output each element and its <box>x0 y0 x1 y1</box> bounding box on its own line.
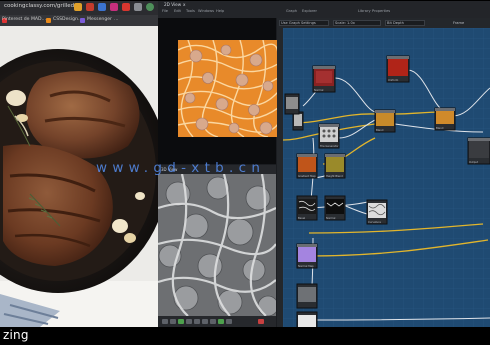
graph-node-white[interactable] <box>296 311 318 327</box>
graph-canvas[interactable]: Normal Uniform Blend Blend Tile Generato… <box>283 28 490 327</box>
toolbar-icon[interactable] <box>218 319 224 324</box>
menu-item[interactable]: Properties <box>372 9 390 13</box>
recipe-photo <box>0 26 158 327</box>
node-label: Blend <box>436 126 444 130</box>
toolbar-icon[interactable] <box>178 319 184 324</box>
node-label: Gradient Map <box>298 174 316 178</box>
node-label: Normal <box>326 216 336 220</box>
bookmark-item[interactable]: Pinterest de MAD... <box>2 17 46 22</box>
node-label: Output <box>469 160 478 164</box>
graph-toolbar-label[interactable]: Frame <box>453 21 464 25</box>
bookmark-item[interactable]: CSSDesign... <box>53 17 82 22</box>
bookmark-favicon <box>46 18 51 23</box>
toolbar-icon[interactable] <box>162 319 168 324</box>
toolbar-icon[interactable] <box>210 319 216 324</box>
profile-icon[interactable] <box>146 3 154 11</box>
node-label: Normal <box>314 88 324 92</box>
menu-item[interactable]: Explorer <box>302 9 317 13</box>
node-label: Bevel <box>298 216 306 220</box>
menu-item[interactable]: Library <box>358 9 371 13</box>
node-label: Uniform <box>388 78 399 82</box>
toolbar-icon[interactable] <box>258 319 264 324</box>
extension-icon-5[interactable] <box>134 3 142 11</box>
graph-toolbar-label[interactable]: Use Graph Settings <box>281 21 316 25</box>
bookmark-item[interactable]: Messenger <box>87 17 112 22</box>
graph-node-grayscale[interactable] <box>296 283 318 309</box>
toolbar-icon[interactable] <box>186 319 192 324</box>
steak-image <box>0 26 158 327</box>
tab-close-icon[interactable]: x <box>183 2 185 7</box>
menu-item[interactable]: Graph <box>286 9 297 13</box>
extension-icon-3[interactable] <box>110 3 118 11</box>
menu-item[interactable]: Edit <box>174 9 181 13</box>
3d-view-panel[interactable]: 3D View <box>158 165 276 327</box>
3d-view-bottom-toolbar <box>158 316 276 327</box>
bookmark-favicon <box>80 18 85 23</box>
graph-view-panel[interactable]: Graph Use Graph Settings Scale: 1.0x Bit… <box>277 18 490 327</box>
extension-icon-1[interactable] <box>86 3 94 11</box>
toolbar-icon[interactable] <box>194 319 200 324</box>
texture-preview <box>178 40 278 137</box>
star-icon[interactable] <box>74 3 82 11</box>
node-label: Height Blend <box>326 174 343 178</box>
caption-bar: zing <box>0 327 490 345</box>
graph-node-levels[interactable] <box>292 111 304 131</box>
node-label: Tile Generator <box>320 144 339 148</box>
3d-preview-render <box>158 174 276 316</box>
menu-item[interactable]: Help <box>216 9 224 13</box>
node-label: Normal Map <box>298 264 314 268</box>
menu-item[interactable]: Tools <box>186 9 195 13</box>
node-label: Curvature <box>368 220 381 224</box>
2d-view-panel[interactable] <box>158 18 278 164</box>
graph-node-input[interactable] <box>284 93 300 115</box>
menu-item[interactable]: Windows <box>198 9 214 13</box>
toolbar-icon[interactable] <box>202 319 208 324</box>
browser-address-bar[interactable]: cookingclassy.com/grilled... <box>0 0 158 15</box>
extension-icon-2[interactable] <box>98 3 106 11</box>
graph-toolbar: Graph Use Graph Settings Scale: 1.0x Bit… <box>277 18 490 28</box>
screen: cookingclassy.com/grilled... Pinterest d… <box>0 0 490 345</box>
graph-toolbar-label[interactable]: Scale: 1.0x <box>335 21 355 25</box>
top-border <box>0 0 490 1</box>
watermark-text: www.gd-xtb.cn <box>96 160 266 176</box>
address-text[interactable]: cookingclassy.com/grilled... <box>4 3 79 9</box>
extension-icon-4[interactable] <box>122 3 130 11</box>
bookmark-item[interactable]: ... <box>114 17 118 22</box>
designer-menubar: 2D View x File Edit Tools Windows Help G… <box>158 0 490 18</box>
toolbar-icon[interactable] <box>226 319 232 324</box>
caption-text: zing <box>3 328 29 342</box>
node-label: Blend <box>376 128 384 132</box>
graph-toolbar-label[interactable]: Bit Depth <box>387 21 404 25</box>
menu-item[interactable]: File <box>162 9 168 13</box>
bookmarks-bar: Pinterest de MAD... CSSDesign... Messeng… <box>0 15 158 26</box>
tab-2d-view[interactable]: 2D View <box>164 2 181 7</box>
toolbar-icon[interactable] <box>170 319 176 324</box>
